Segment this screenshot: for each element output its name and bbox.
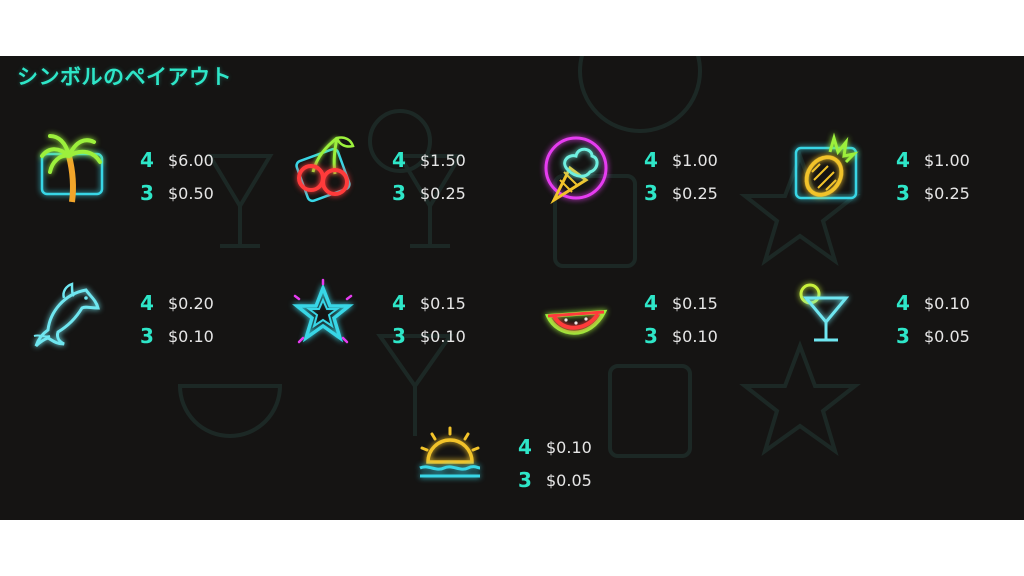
match-count: 4 — [392, 148, 406, 172]
payout-row: 3 $0.50 — [140, 181, 250, 214]
payout-row: 3 $0.25 — [896, 181, 1006, 214]
payout-amount: $0.10 — [924, 294, 970, 313]
match-count: 4 — [644, 148, 658, 172]
payout-amount: $0.05 — [546, 471, 592, 490]
payout-row: 3 $0.10 — [644, 324, 754, 357]
pineapple-icon — [790, 132, 862, 204]
payout-amount: $0.10 — [168, 327, 214, 346]
sunset-icon — [414, 422, 486, 494]
payout-amount: $0.50 — [168, 184, 214, 203]
ice-cream-icon — [540, 132, 612, 205]
payout-list: 4 $6.00 3 $0.50 — [140, 148, 250, 214]
payout-list: 4 $0.10 3 $0.05 — [896, 291, 1006, 357]
payout-row: 4 $1.00 — [896, 148, 1006, 181]
cherries-icon — [287, 132, 359, 204]
match-count: 4 — [518, 435, 532, 459]
match-count: 3 — [896, 181, 910, 205]
payout-row: 4 $0.15 — [392, 291, 502, 324]
match-count: 4 — [140, 291, 154, 315]
payout-amount: $0.25 — [924, 184, 970, 203]
match-count: 3 — [896, 324, 910, 348]
payout-row: 3 $0.10 — [140, 324, 250, 357]
match-count: 4 — [896, 291, 910, 315]
payout-amount: $0.15 — [672, 294, 718, 313]
dolphin-icon — [30, 278, 102, 350]
match-count: 3 — [644, 181, 658, 205]
payout-list: 4 $1.00 3 $0.25 — [644, 148, 754, 214]
payout-row: 3 $0.25 — [644, 181, 754, 214]
payout-amount: $6.00 — [168, 151, 214, 170]
payout-list: 4 $0.20 3 $0.10 — [140, 291, 250, 357]
match-count: 4 — [644, 291, 658, 315]
match-count: 3 — [518, 468, 532, 492]
match-count: 3 — [392, 324, 406, 348]
payout-amount: $0.10 — [546, 438, 592, 457]
match-count: 4 — [392, 291, 406, 315]
page-title: シンボルのペイアウト — [17, 65, 232, 89]
payout-amount: $0.25 — [672, 184, 718, 203]
payout-row: 3 $0.05 — [518, 468, 628, 501]
payout-amount: $0.10 — [672, 327, 718, 346]
payout-row: 3 $0.25 — [392, 181, 502, 214]
payout-list: 4 $0.10 3 $0.05 — [518, 435, 628, 501]
payout-list: 4 $1.50 3 $0.25 — [392, 148, 502, 214]
payout-amount: $0.05 — [924, 327, 970, 346]
match-count: 3 — [644, 324, 658, 348]
match-count: 4 — [896, 148, 910, 172]
watermelon-icon — [540, 278, 612, 350]
paytable-panel: シンボルのペイアウト 4 $6.00 3 $0.50 4 $1.50 3 $0.25 — [0, 56, 1024, 520]
payout-list: 4 $0.15 3 $0.10 — [644, 291, 754, 357]
star-icon — [287, 278, 359, 350]
payout-row: 4 $0.15 — [644, 291, 754, 324]
match-count: 3 — [140, 181, 154, 205]
payout-amount: $0.10 — [420, 327, 466, 346]
palm-tree-icon — [36, 132, 108, 204]
payout-amount: $0.15 — [420, 294, 466, 313]
payout-amount: $0.25 — [420, 184, 466, 203]
payout-amount: $0.20 — [168, 294, 214, 313]
payout-list: 4 $0.15 3 $0.10 — [392, 291, 502, 357]
payout-row: 3 $0.10 — [392, 324, 502, 357]
payout-amount: $1.00 — [924, 151, 970, 170]
match-count: 3 — [392, 181, 406, 205]
payout-amount: $1.00 — [672, 151, 718, 170]
payout-row: 4 $0.20 — [140, 291, 250, 324]
payout-amount: $1.50 — [420, 151, 466, 170]
payout-row: 4 $0.10 — [896, 291, 1006, 324]
match-count: 3 — [140, 324, 154, 348]
background-neon-pattern — [177, 56, 861, 458]
payout-row: 4 $1.00 — [644, 148, 754, 181]
payout-row: 4 $0.10 — [518, 435, 628, 468]
match-count: 4 — [140, 148, 154, 172]
cocktail-icon — [790, 278, 862, 350]
payout-row: 3 $0.05 — [896, 324, 1006, 357]
payout-list: 4 $1.00 3 $0.25 — [896, 148, 1006, 214]
payout-row: 4 $1.50 — [392, 148, 502, 181]
payout-row: 4 $6.00 — [140, 148, 250, 181]
